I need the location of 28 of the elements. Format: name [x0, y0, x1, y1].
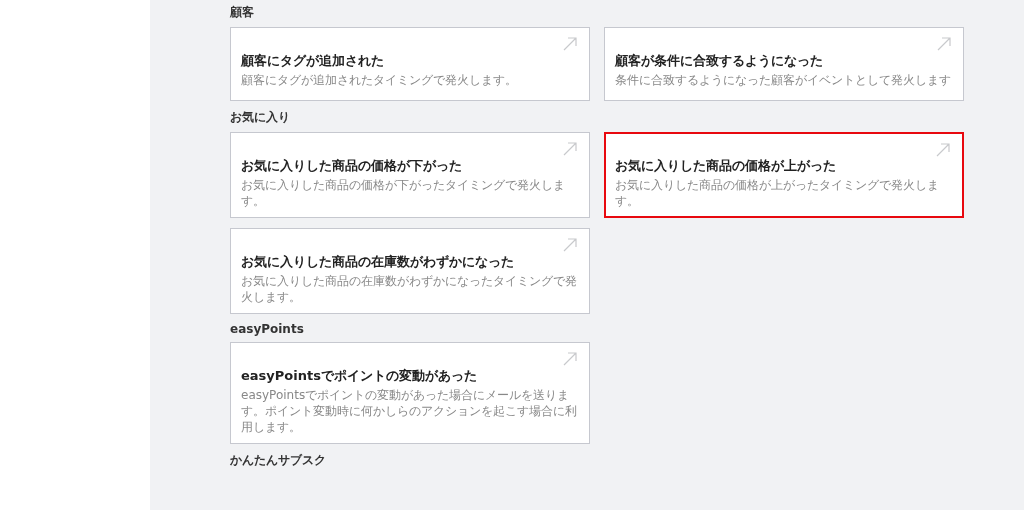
card-description: お気に入りした商品の価格が下がったタイミングで発火します。 — [241, 178, 566, 210]
trigger-card[interactable]: easyPointsでポイントの変動があった easyPointsでポイントの変動があった場合にメールを送ります。ポイント変動時に何かしらのアクションを起こす場合に利用します。 — [230, 342, 590, 445]
section-heading: かんたんサブスク — [230, 452, 327, 470]
card-description: 顧客にタグが追加されたタイミングで発火します。 — [241, 73, 518, 89]
section-heading: easyPoints — [230, 322, 305, 337]
card-title: お気に入りした商品の価格が下がった — [241, 157, 463, 175]
section-heading: お気に入り — [230, 109, 291, 126]
card-description: お気に入りした商品の価格が上がったタイミングで発火します。 — [615, 178, 940, 210]
arrow-icon — [936, 143, 950, 157]
card-description: お気に入りした商品の在庫数がわずかになったタイミングで発火します。 — [241, 274, 578, 306]
card-title: 顧客にタグが追加された — [241, 52, 385, 70]
highlighted-trigger-card[interactable]: お気に入りした商品の価格が上がった お気に入りした商品の価格が上がったタイミングで発火します。 — [604, 132, 964, 219]
card-title: お気に入りした商品の在庫数がわずかになった — [241, 253, 515, 272]
card-title: お気に入りした商品の価格が上がった — [615, 157, 837, 175]
arrow-icon — [563, 37, 577, 51]
card-title: easyPointsでポイントの変動があった — [241, 367, 478, 386]
trigger-card[interactable]: お気に入りした商品の在庫数がわずかになった お気に入りした商品の在庫数がわずかになったタイミングで発火します。 — [230, 228, 590, 315]
trigger-card[interactable]: お気に入りした商品の価格が下がった お気に入りした商品の価格が下がったタイミングで発火します。 — [230, 132, 590, 219]
card-description: 条件に合致するようになった顧客がイベントとして発火します — [615, 73, 952, 89]
section-heading: 顧客 — [230, 4, 255, 21]
arrow-icon — [563, 352, 577, 367]
card-description: easyPointsでポイントの変動があった場合にメールを送ります。ポイント変動時に何かしらのアクションを起こす場合に利用します。 — [241, 388, 578, 436]
card-title: 顧客が条件に合致するようになった — [615, 52, 824, 70]
arrow-icon — [563, 142, 577, 156]
trigger-card[interactable]: 顧客が条件に合致するようになった 条件に合致するようになった顧客がイベントとして発火します — [604, 27, 964, 101]
arrow-icon — [563, 238, 577, 253]
trigger-card[interactable]: 顧客にタグが追加された 顧客にタグが追加されたタイミングで発火します。 — [230, 27, 590, 101]
arrow-icon — [937, 37, 951, 51]
